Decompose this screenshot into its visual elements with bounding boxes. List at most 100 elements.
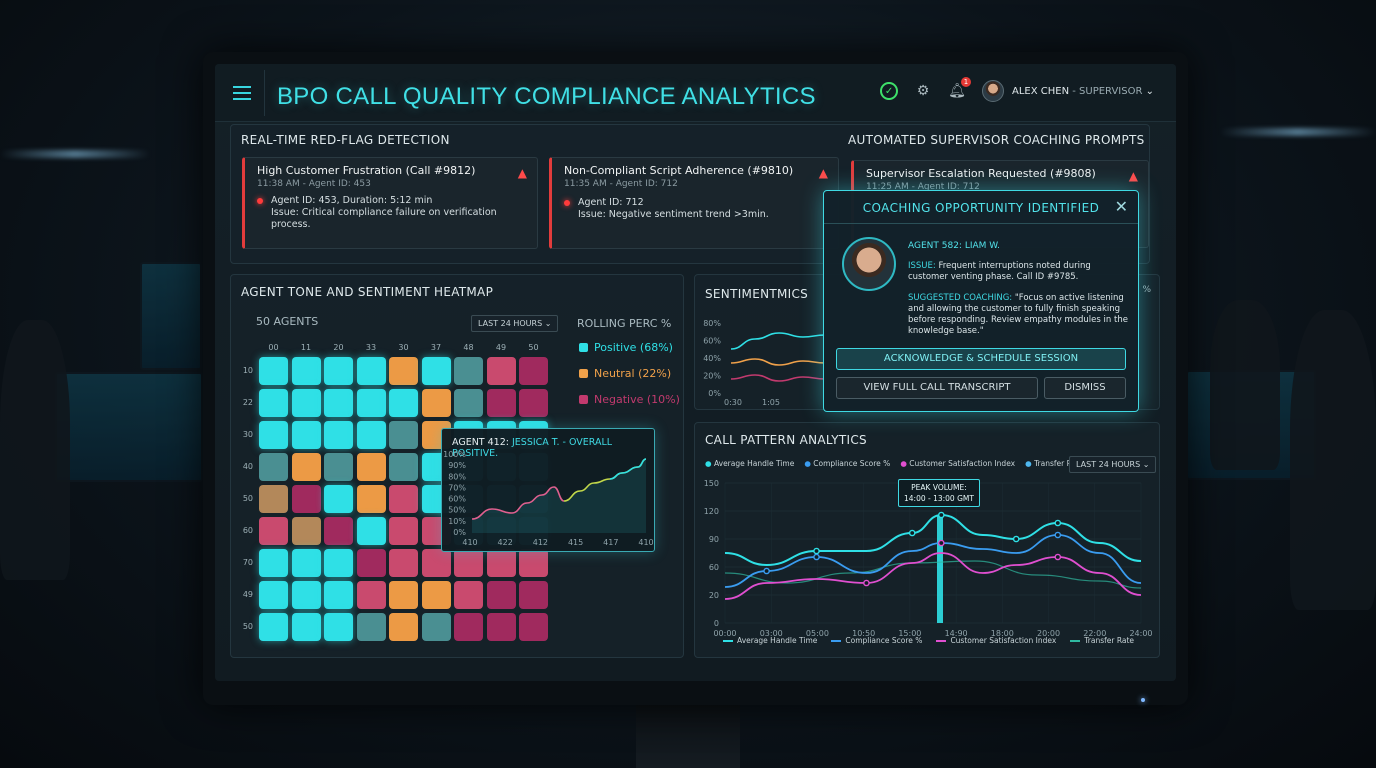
heatmap-cell[interactable] (259, 517, 288, 545)
header-actions: ✓ ⚙ 🔔︎ 1 ALEX CHEN - SUPERVISOR ⌄ (880, 77, 1154, 102)
heatmap-cell[interactable] (389, 613, 418, 641)
heatmap-cell[interactable] (389, 485, 418, 513)
heatmap-cell[interactable] (519, 389, 548, 417)
heatmap-cell[interactable] (324, 581, 353, 609)
heatmap-cell[interactable] (356, 549, 386, 577)
heatmap-cell[interactable] (324, 517, 353, 545)
legend-entry: Customer Satisfaction Index (936, 636, 1056, 645)
heatmap-cell[interactable] (486, 357, 516, 385)
heatmap-cell[interactable] (324, 357, 353, 385)
heatmap-cell[interactable] (454, 549, 483, 577)
heatmap-cell[interactable] (519, 357, 548, 385)
heatmap-cell[interactable] (324, 485, 353, 513)
heatmap-cell[interactable] (421, 549, 451, 577)
alert-card[interactable]: High Customer Frustration (Call #9812) 1… (242, 157, 538, 249)
heatmap-cell[interactable] (291, 421, 321, 449)
bell-icon[interactable]: 🔔︎ 1 (948, 77, 972, 100)
heatmap-cell[interactable] (324, 389, 353, 417)
heatmap-cell[interactable] (291, 581, 321, 609)
heatmap-cell[interactable] (389, 581, 418, 609)
heatmap-cell[interactable] (519, 581, 548, 609)
heatmap-cell[interactable] (324, 549, 353, 577)
close-icon[interactable]: ✕ (1115, 197, 1128, 216)
heatmap-cell[interactable] (454, 613, 483, 641)
sentiment-y-tick: 0% (708, 389, 721, 398)
heatmap-cell[interactable] (291, 453, 321, 481)
heatmap-cell[interactable] (421, 613, 451, 641)
heatmap-cell[interactable] (486, 581, 516, 609)
heatmap-cell[interactable] (389, 421, 418, 449)
heatmap-cell[interactable] (259, 389, 288, 417)
heatmap-cell[interactable] (291, 485, 321, 513)
peak-bar (937, 515, 943, 623)
heatmap-cell[interactable] (389, 453, 418, 481)
heatmap-cell[interactable] (519, 613, 548, 641)
heatmap-cell[interactable] (486, 549, 516, 577)
acknowledge-button[interactable]: ACKNOWLEDGE & SCHEDULE SESSION (836, 348, 1126, 370)
heatmap-cell[interactable] (259, 613, 288, 641)
sentiment-line-negative (730, 374, 825, 382)
heatmap-cell[interactable] (259, 485, 288, 513)
modal-title: COACHING OPPORTUNITY IDENTIFIED (862, 201, 1100, 215)
heatmap-cell[interactable] (356, 485, 386, 513)
user-name: ALEX CHEN (1012, 85, 1070, 97)
heatmap-cell[interactable] (356, 453, 386, 481)
heatmap-cell[interactable] (421, 389, 451, 417)
heatmap-cell[interactable] (259, 453, 288, 481)
user-menu[interactable]: ALEX CHEN - SUPERVISOR ⌄ (1012, 86, 1154, 97)
status-ok-icon[interactable]: ✓ (880, 82, 899, 100)
heatmap-cell[interactable] (454, 389, 483, 417)
heatmap-cell[interactable] (291, 357, 321, 385)
sentiment-line-positive (730, 332, 825, 350)
heatmap-row-label: 50 (242, 622, 253, 631)
heatmap-cell[interactable] (291, 613, 321, 641)
gear-icon[interactable]: ⚙ (914, 82, 932, 100)
heatmap-cell[interactable] (356, 613, 386, 641)
sentiment-side-label: % (1142, 285, 1151, 295)
heatmap-cell[interactable] (356, 517, 386, 545)
menu-button[interactable] (219, 69, 265, 116)
heatmap-cell[interactable] (356, 421, 386, 449)
call-pattern-panel: CALL PATTERN ANALYTICS ● Average Handle … (694, 422, 1160, 658)
heatmap-cell[interactable] (259, 581, 288, 609)
heatmap-cell[interactable] (389, 389, 418, 417)
heatmap-cell[interactable] (259, 421, 288, 449)
tooltip-y-tick: 50% (448, 506, 466, 515)
alert-title: Supervisor Escalation Requested (#9808) (866, 167, 1096, 180)
heatmap-cell[interactable] (454, 357, 483, 385)
heatmap-cell[interactable] (356, 389, 386, 417)
heatmap-cell[interactable] (519, 549, 548, 577)
heatmap-cell[interactable] (259, 357, 288, 385)
tooltip-x-tick: 422 (498, 538, 513, 547)
coaching-suggestion: SUGGESTED COACHING: "Focus on active lis… (908, 293, 1128, 336)
heatmap-cell[interactable] (389, 357, 418, 385)
heatmap-cell[interactable] (421, 357, 451, 385)
heatmap-cell[interactable] (324, 421, 353, 449)
heatmap-cell[interactable] (356, 581, 386, 609)
y-tick-label: 0 (714, 619, 719, 628)
ceiling-light (1220, 128, 1376, 136)
heatmap-cell[interactable] (356, 357, 386, 385)
heatmap-cell[interactable] (324, 453, 353, 481)
heatmap-cell[interactable] (486, 389, 516, 417)
alert-title: Non-Compliant Script Adherence (#9810) (564, 164, 794, 177)
hamburger-icon (232, 91, 251, 94)
peak-label: PEAK VOLUME: 14:00 - 13:00 GMT (898, 479, 980, 507)
alert-card[interactable]: Non-Compliant Script Adherence (#9810) 1… (549, 157, 839, 249)
heatmap-cell[interactable] (421, 581, 451, 609)
heatmap-cell[interactable] (291, 549, 321, 577)
heatmap-cell[interactable] (324, 613, 353, 641)
alert-bell-icon: ▲ (1128, 169, 1138, 183)
heatmap-cell[interactable] (454, 581, 483, 609)
view-transcript-button[interactable]: VIEW FULL CALL TRANSCRIPT (836, 377, 1038, 399)
avatar[interactable] (982, 80, 1005, 102)
dismiss-button[interactable]: DISMISS (1044, 377, 1126, 399)
heatmap-cell[interactable] (389, 549, 418, 577)
heatmap-cell[interactable] (486, 613, 516, 641)
heatmap-cell[interactable] (291, 517, 321, 545)
monitor: BPO CALL QUALITY COMPLIANCE ANALYTICS ✓ … (203, 52, 1188, 705)
heatmap-cell[interactable] (291, 389, 321, 417)
heatmap-cell[interactable] (259, 549, 288, 577)
heatmap-cell[interactable] (389, 517, 418, 545)
agent-tooltip: AGENT 412: JESSICA T. - OVERALL POSITIVE… (441, 428, 655, 552)
